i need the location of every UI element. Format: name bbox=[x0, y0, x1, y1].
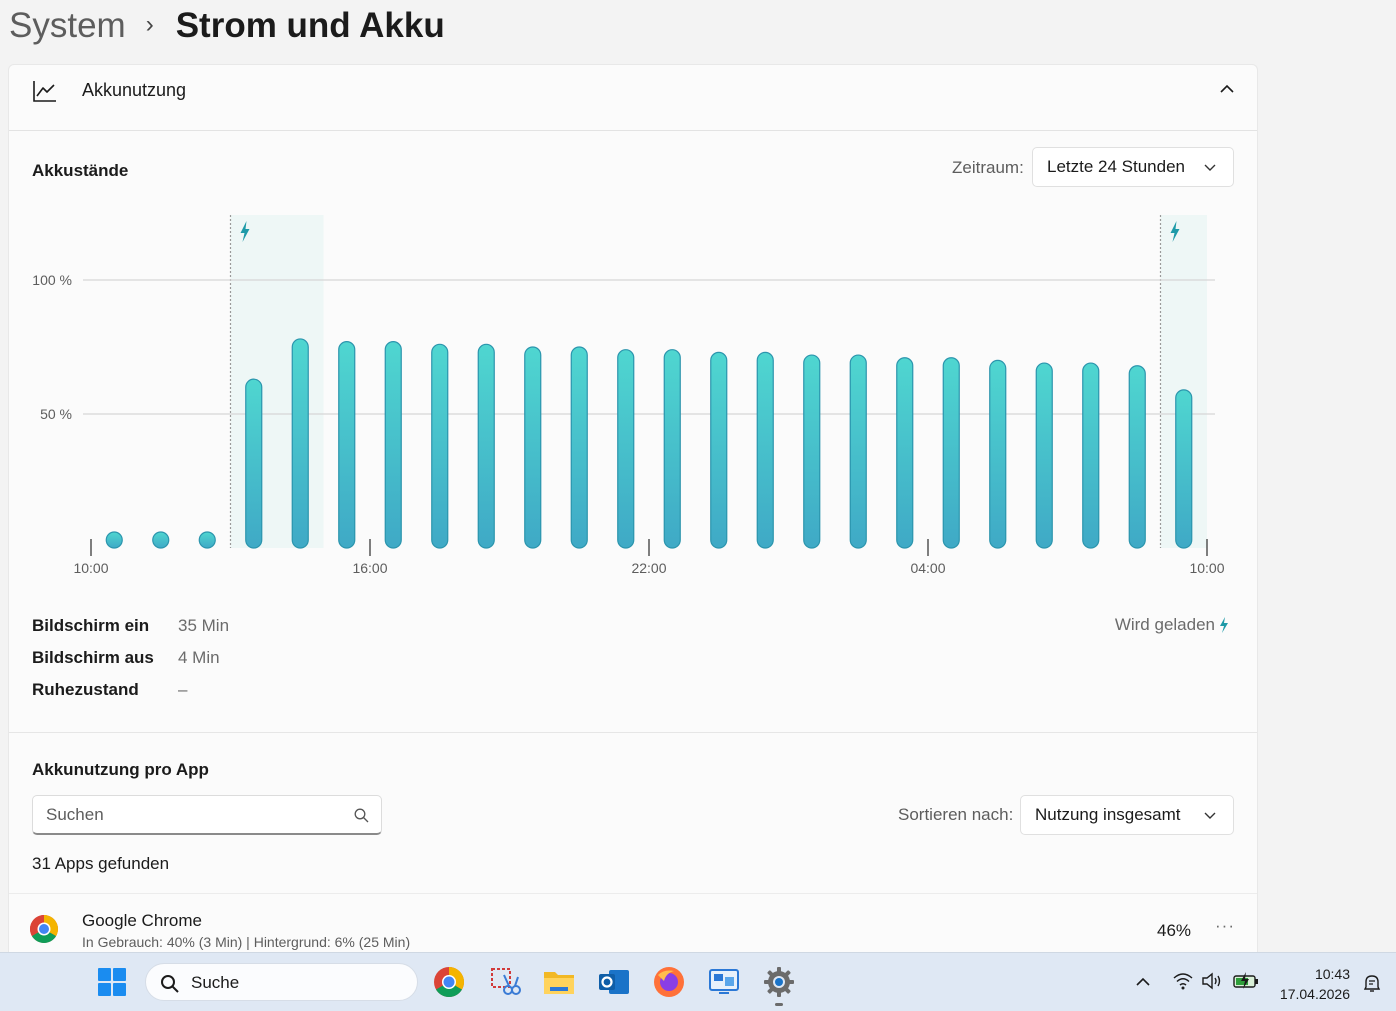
notification-icon[interactable] bbox=[1362, 973, 1382, 993]
battery-level-bar bbox=[617, 349, 635, 549]
sleep-value: – bbox=[178, 680, 188, 699]
battery-level-bar bbox=[245, 378, 263, 549]
x-tick-label: 10:00 bbox=[1189, 560, 1224, 576]
system-clock[interactable]: 10:43 17.04.2026 bbox=[1280, 964, 1350, 1004]
chevron-down-icon bbox=[1204, 812, 1216, 819]
battery-usage-panel: Akkunutzung Akkustände Zeitraum: Letzte … bbox=[8, 64, 1258, 953]
search-icon[interactable] bbox=[354, 808, 369, 823]
battery-level-bar bbox=[477, 343, 495, 549]
battery-level-bar bbox=[570, 346, 588, 549]
battery-level-marker bbox=[105, 531, 123, 549]
y-tick-label: 100 % bbox=[32, 272, 72, 288]
screen-off-label: Bildschirm aus bbox=[32, 648, 154, 667]
battery-level-bar bbox=[291, 338, 309, 549]
battery-level-bar bbox=[1035, 362, 1053, 549]
breadcrumb: System › Strom und Akku bbox=[9, 4, 445, 48]
charging-status: Wird geladen bbox=[1115, 615, 1229, 635]
remote-desktop-icon[interactable] bbox=[707, 965, 741, 999]
snipping-tool-icon[interactable] bbox=[488, 965, 522, 999]
app-row-google-chrome[interactable]: Google Chrome In Gebrauch: 40% (3 Min) |… bbox=[9, 893, 1257, 953]
breadcrumb-separator: › bbox=[145, 11, 154, 38]
more-options-button[interactable]: ··· bbox=[1215, 916, 1235, 936]
app-usage-percent: 46% bbox=[1157, 921, 1192, 940]
battery-level-bar bbox=[942, 357, 960, 549]
battery-level-bar bbox=[989, 359, 1007, 549]
breadcrumb-system-link[interactable]: System bbox=[9, 6, 126, 46]
x-tick-label: 22:00 bbox=[631, 560, 666, 576]
screen-on-label: Bildschirm ein bbox=[32, 616, 150, 635]
sort-dropdown-value: Nutzung insgesamt bbox=[1035, 805, 1181, 824]
battery-level-bar bbox=[524, 346, 542, 549]
apps-found-count: 31 Apps gefunden bbox=[32, 854, 170, 873]
taskbar-search-label: Suche bbox=[191, 973, 240, 992]
battery-level-bar bbox=[663, 349, 681, 549]
sort-dropdown[interactable]: Nutzung insgesamt bbox=[1020, 795, 1234, 835]
app-name: Google Chrome bbox=[82, 911, 203, 930]
screen-off-value: 4 Min bbox=[178, 648, 220, 667]
per-app-title: Akkunutzung pro App bbox=[32, 760, 209, 779]
charging-period-band bbox=[230, 215, 324, 548]
battery-level-bar bbox=[756, 351, 774, 549]
firefox-icon[interactable] bbox=[652, 965, 686, 999]
chevron-up-icon[interactable] bbox=[1134, 975, 1152, 989]
screen-on-value: 35 Min bbox=[178, 616, 230, 635]
clock-time: 10:43 bbox=[1314, 966, 1350, 982]
y-tick-label: 50 % bbox=[40, 406, 72, 422]
battery-level-bar bbox=[384, 341, 402, 549]
sort-label: Sortieren nach: bbox=[898, 805, 1014, 824]
battery-level-bar bbox=[338, 341, 356, 549]
windows-start-icon[interactable] bbox=[97, 967, 127, 997]
battery-level-bar bbox=[1175, 389, 1193, 549]
settings-icon[interactable] bbox=[762, 965, 796, 999]
battery-level-bar bbox=[803, 354, 821, 549]
sleep-label: Ruhezustand bbox=[32, 680, 139, 699]
battery-level-bar bbox=[1082, 362, 1100, 549]
app-search-field[interactable] bbox=[32, 795, 382, 835]
taskbar-search[interactable]: Suche bbox=[145, 963, 418, 1001]
battery-level-bar bbox=[710, 351, 728, 549]
battery-level-bar bbox=[896, 357, 914, 549]
active-app-indicator bbox=[775, 1003, 783, 1006]
charging-status-label: Wird geladen bbox=[1114, 615, 1215, 634]
file-explorer-icon[interactable] bbox=[542, 965, 576, 999]
taskbar: Suche 10:43 17.04.2026 bbox=[0, 952, 1396, 1011]
clock-date: 17.04.2026 bbox=[1279, 986, 1350, 1002]
battery-level-bar bbox=[849, 354, 867, 549]
x-tick-label: 10:00 bbox=[73, 560, 108, 576]
charging-bolt-icon bbox=[1220, 617, 1228, 633]
battery-charging-icon[interactable] bbox=[1232, 971, 1260, 991]
battery-level-marker bbox=[198, 531, 216, 549]
x-tick-label: 04:00 bbox=[910, 560, 945, 576]
chrome-icon[interactable] bbox=[432, 965, 466, 999]
outlook-icon[interactable] bbox=[597, 965, 631, 999]
chrome-icon bbox=[30, 915, 58, 943]
search-icon bbox=[161, 975, 179, 993]
page-title: Strom und Akku bbox=[175, 6, 445, 45]
speaker-icon[interactable] bbox=[1201, 971, 1223, 991]
wifi-icon[interactable] bbox=[1172, 971, 1194, 991]
x-tick-label: 16:00 bbox=[352, 560, 387, 576]
battery-level-bar bbox=[431, 343, 449, 549]
app-usage-detail: In Gebrauch: 40% (3 Min) | Hintergrund: … bbox=[82, 934, 411, 950]
battery-level-marker bbox=[152, 531, 170, 549]
battery-level-bar bbox=[1128, 365, 1146, 549]
battery-levels-chart: 100 % 50 % 10:00 16:00 22:00 04:00 10:00 bbox=[32, 215, 1225, 576]
app-search-input[interactable] bbox=[46, 804, 336, 825]
section-divider bbox=[9, 732, 1257, 733]
